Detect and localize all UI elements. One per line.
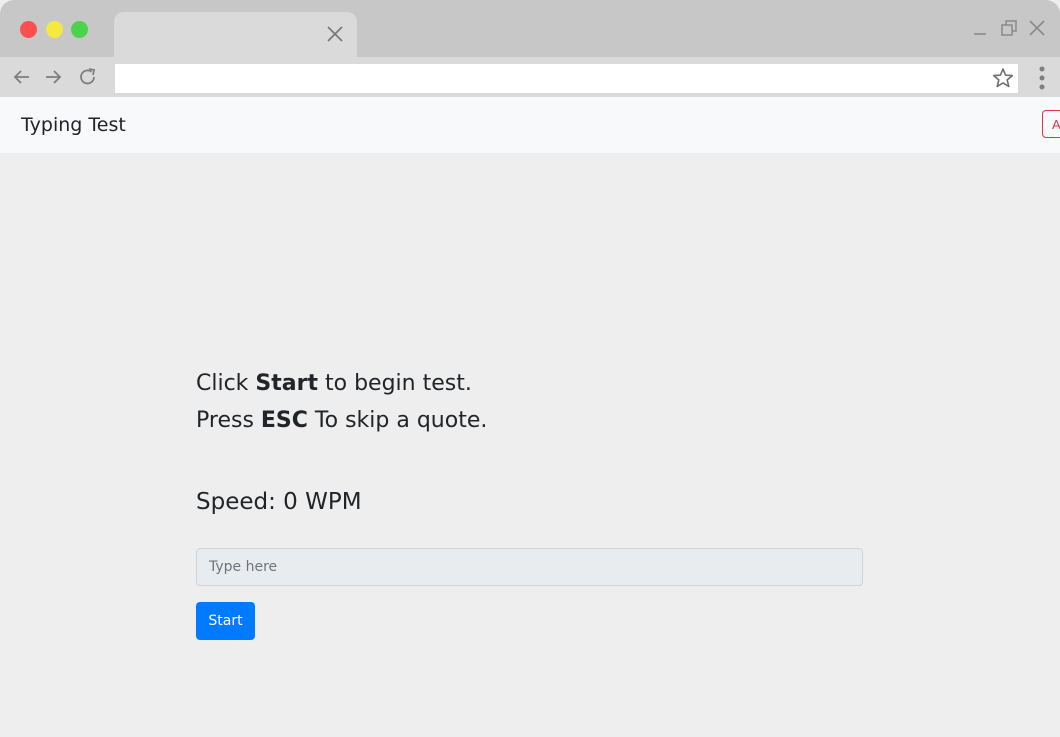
restore-icon[interactable]: [1000, 19, 1018, 37]
browser-window: Typing Test A Click Start to begin test.…: [0, 0, 1060, 737]
tab-strip: [0, 0, 1060, 57]
close-window-dot[interactable]: [20, 21, 37, 38]
instruction-text: Press: [196, 408, 261, 433]
instruction-text: to begin test.: [318, 371, 472, 396]
instruction-line-esc: Press ESC To skip a quote.: [196, 402, 863, 439]
back-arrow-icon[interactable]: [12, 67, 32, 87]
main-content: Click Start to begin test. Press ESC To …: [196, 365, 863, 640]
instruction-keyword-start: Start: [255, 371, 318, 396]
instruction-line-start: Click Start to begin test.: [196, 365, 863, 402]
star-icon[interactable]: [992, 67, 1014, 89]
maximize-window-dot[interactable]: [71, 21, 88, 38]
instruction-keyword-esc: ESC: [260, 408, 308, 433]
typing-input[interactable]: [196, 548, 863, 586]
minimize-window-dot[interactable]: [46, 21, 63, 38]
brand-title[interactable]: Typing Test: [21, 114, 126, 136]
minimize-icon[interactable]: [972, 19, 990, 37]
menu-dots-icon[interactable]: [1038, 65, 1046, 91]
speed-label: Speed:: [196, 489, 284, 515]
window-close-icon[interactable]: [1028, 19, 1046, 37]
page-navbar: Typing Test A: [0, 97, 1060, 153]
address-input[interactable]: [115, 64, 991, 93]
browser-tab[interactable]: [114, 12, 357, 57]
address-bar[interactable]: [115, 64, 1018, 93]
forward-arrow-icon[interactable]: [43, 67, 63, 87]
instruction-text: Click: [196, 371, 256, 396]
reload-icon[interactable]: [78, 67, 98, 87]
speed-display: Speed: 0 WPM: [196, 489, 362, 515]
speed-unit: WPM: [297, 489, 362, 515]
browser-toolbar: [0, 57, 1060, 97]
navbar-right-button[interactable]: A: [1042, 110, 1060, 138]
instruction-text: To skip a quote.: [307, 408, 488, 433]
start-button[interactable]: Start: [196, 602, 255, 640]
window-controls: [972, 19, 1046, 37]
instructions: Click Start to begin test. Press ESC To …: [196, 365, 863, 439]
close-icon[interactable]: [325, 24, 345, 44]
speed-value: 0: [283, 489, 298, 515]
